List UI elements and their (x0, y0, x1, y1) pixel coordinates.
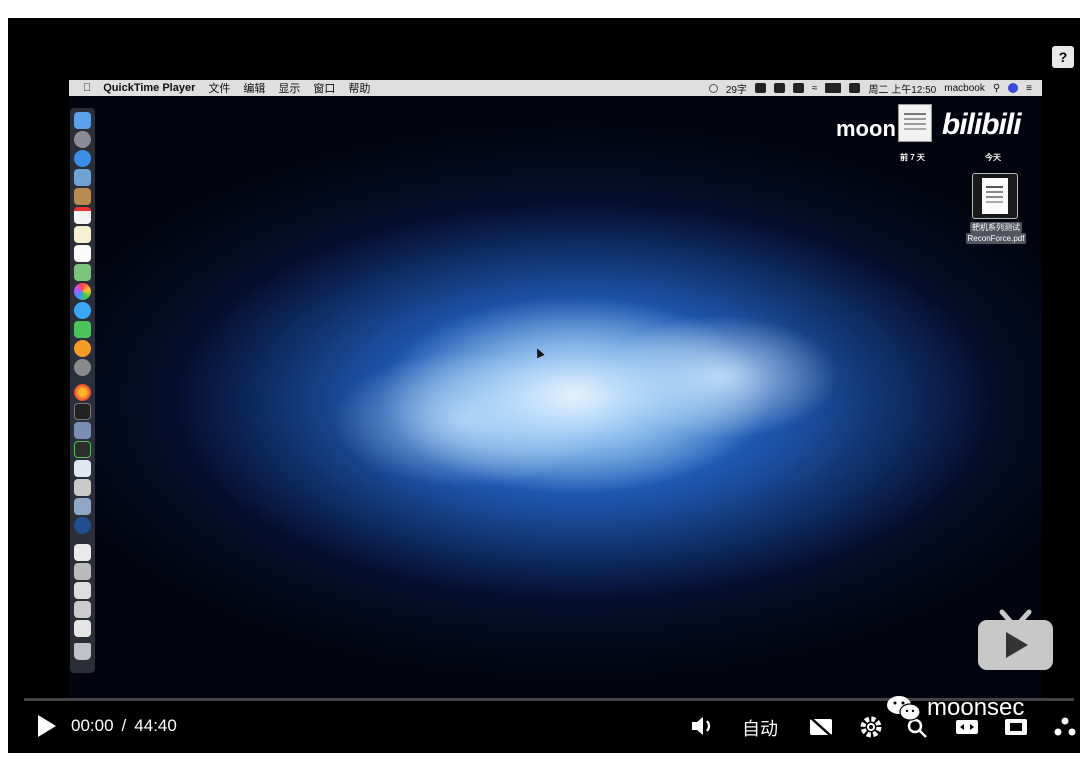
reminders-icon (74, 245, 91, 262)
apple-icon:  (83, 82, 91, 94)
menubar-status: 29字 ≈ 周二 上午12:50 macbook ⚲ ≡ (708, 80, 1032, 96)
menu-app-name: QuickTime Player (95, 82, 195, 94)
spotlight-icon: ⚲ (992, 82, 1001, 94)
iterm-icon (74, 441, 91, 458)
mouse-cursor-icon (533, 346, 545, 359)
safari-icon (74, 150, 91, 167)
document-icon (74, 544, 91, 561)
gear-icon[interactable] (858, 715, 884, 739)
document-icon-4 (74, 601, 91, 618)
firefox-icon (74, 384, 91, 401)
siri-icon (1008, 83, 1019, 93)
wifi-icon: ≈ (811, 82, 818, 94)
quality-button[interactable]: 自动 (742, 715, 778, 741)
desktop-label-today: 今天 (985, 153, 1001, 162)
duration: 44:40 (134, 716, 177, 735)
quicktime-icon (74, 517, 91, 534)
pdf-file-icon (972, 173, 1018, 219)
help-button[interactable]: ? (1052, 46, 1074, 68)
video-frame[interactable]:  QuickTime Player 文件 编辑 显示 窗口 帮助 29字 ≈ … (69, 80, 1042, 698)
messages-icon (74, 302, 91, 319)
list-icon: ≡ (1026, 82, 1032, 94)
sync-icon (849, 83, 861, 93)
app-status-icon (754, 83, 766, 93)
record-icon (708, 83, 718, 93)
menu-view: 显示 (270, 83, 300, 95)
image-viewer-icon (74, 498, 91, 515)
menu-window: 窗口 (305, 83, 335, 95)
screenshot-icon (74, 479, 91, 496)
time-separator: / (121, 716, 127, 735)
bilibili-tv-icon (978, 609, 1053, 670)
play-icon[interactable] (38, 715, 56, 737)
time-display: 00:00 / 44:40 (71, 716, 177, 736)
finder-icon (74, 112, 91, 129)
document-icon-2 (74, 563, 91, 580)
menu-edit: 编辑 (235, 83, 265, 95)
watermark: moonsec (885, 694, 1024, 722)
terminal-icon (74, 403, 91, 420)
preview-icon (74, 460, 91, 477)
mac-dock (70, 108, 95, 673)
channel-logo: moon bilibili (836, 104, 1022, 142)
question-icon: ? (1058, 49, 1068, 65)
trash-icon (74, 643, 91, 660)
menu-file: 文件 (200, 83, 230, 95)
subtitle-off-icon[interactable] (808, 715, 834, 739)
char-count: 29字 (725, 84, 747, 96)
app-status-icon-2 (773, 83, 785, 93)
grid-icon (792, 83, 804, 93)
document-icon-3 (74, 582, 91, 599)
launchpad-icon (74, 131, 91, 148)
calendar-icon (74, 207, 91, 224)
maps-icon (74, 264, 91, 281)
pdf-file-name: 靶机系列测试 ReconForce.pdf (965, 222, 1027, 244)
notes-icon (74, 226, 91, 243)
photos-icon (74, 283, 91, 300)
speaker-icon[interactable] (690, 715, 716, 737)
brand-text: moon (836, 116, 896, 141)
triangle-dots-icon[interactable] (1052, 715, 1078, 739)
bilibili-logo: bilibili (941, 108, 1022, 141)
contacts-icon (74, 188, 91, 205)
wechat-icon (887, 696, 921, 721)
books-icon (74, 340, 91, 357)
menubar-user: macbook (944, 82, 985, 94)
file-thumbnail-icon (897, 104, 932, 142)
facetime-icon (74, 321, 91, 338)
document-icon-5 (74, 620, 91, 637)
desktop-label-last-7-days: 前 7 天 (900, 153, 925, 162)
mail-icon (74, 169, 91, 186)
video-player[interactable]: ?  QuickTime Player 文件 编辑 显示 窗口 帮助 29字 … (8, 18, 1080, 753)
menubar-datetime: 周二 上午12:50 (868, 84, 937, 96)
watermark-text: moonsec (927, 694, 1025, 721)
menu-help: 帮助 (340, 83, 370, 95)
system-preferences-icon (74, 359, 91, 376)
mac-menubar:  QuickTime Player 文件 编辑 显示 窗口 帮助 29字 ≈ … (69, 80, 1042, 96)
virtualbox-icon (74, 422, 91, 439)
current-time: 00:00 (71, 716, 114, 735)
battery-icon (825, 83, 842, 93)
